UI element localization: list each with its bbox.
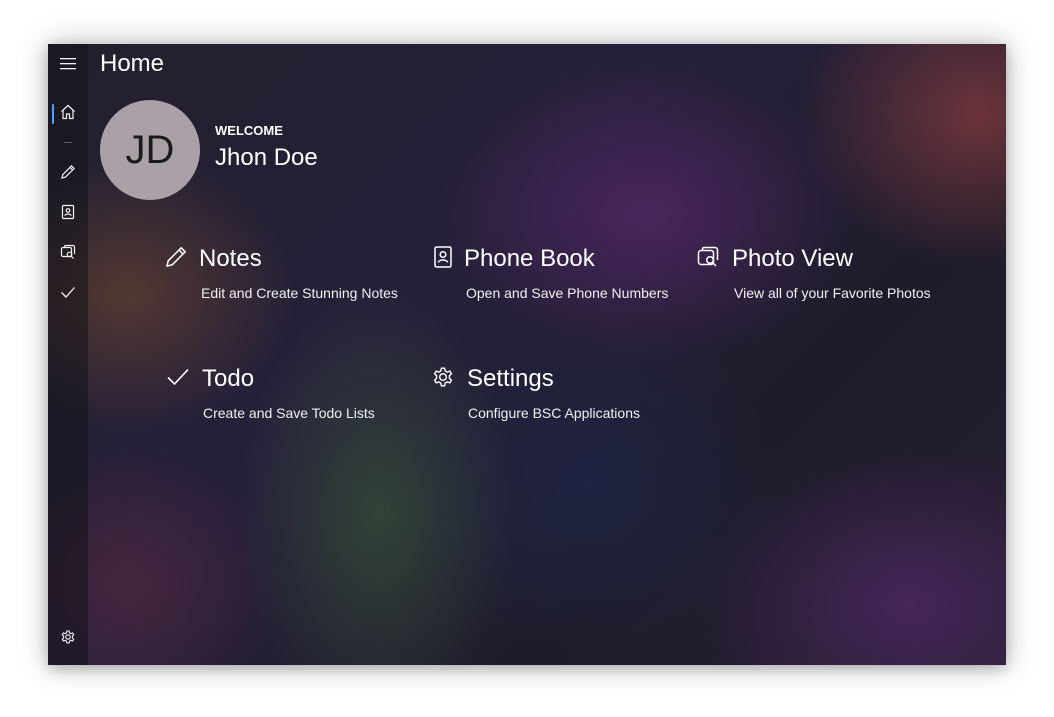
tile-todo[interactable]: Todo Create and Save Todo Lists — [166, 365, 406, 429]
nav-item-phone-book[interactable] — [48, 192, 88, 232]
page-title: Home — [100, 50, 165, 77]
tile-photo-view-description: View all of your Favorite Photos — [734, 285, 931, 301]
tile-photo-view[interactable]: Photo View View all of your Favorite Pho… — [696, 245, 956, 309]
contact-book-icon — [61, 204, 75, 220]
tile-todo-description: Create and Save Todo Lists — [203, 405, 375, 421]
tile-notes-title: Notes — [199, 245, 262, 272]
tile-phone-book[interactable]: Phone Book Open and Save Phone Numbers — [431, 245, 671, 309]
tile-notes-description: Edit and Create Stunning Notes — [201, 285, 398, 301]
gear-icon — [61, 630, 75, 644]
tile-photo-view-title: Photo View — [732, 245, 853, 272]
selection-indicator — [52, 104, 54, 124]
contact-book-icon — [434, 246, 452, 268]
pencil-icon — [165, 246, 187, 268]
checkmark-icon — [61, 287, 75, 298]
welcome-label: WELCOME — [215, 123, 283, 138]
gear-icon — [433, 367, 453, 387]
tile-phone-book-title: Phone Book — [464, 245, 595, 272]
hamburger-icon — [60, 58, 76, 70]
checkmark-icon — [167, 368, 189, 386]
nav-item-todo[interactable] — [48, 272, 88, 312]
pencil-icon — [61, 165, 75, 179]
tile-todo-title: Todo — [202, 365, 255, 392]
nav-separator — [64, 142, 72, 143]
hamburger-menu-button[interactable] — [48, 44, 88, 84]
tile-settings-description: Configure BSC Applications — [468, 405, 640, 421]
tile-settings-title: Settings — [467, 365, 554, 392]
nav-item-notes[interactable] — [48, 152, 88, 192]
photos-icon — [60, 244, 76, 259]
tile-phone-book-description: Open and Save Phone Numbers — [466, 285, 669, 301]
photos-icon — [697, 246, 719, 267]
nav-item-home[interactable] — [48, 92, 88, 132]
nav-item-photo-view[interactable] — [48, 232, 88, 272]
home-icon — [61, 104, 75, 120]
tile-notes[interactable]: Notes Edit and Create Stunning Notes — [164, 245, 404, 309]
avatar: JD — [100, 100, 200, 200]
user-name: Jhon Doe — [215, 144, 318, 171]
navigation-rail — [48, 44, 88, 665]
avatar-initials: JD — [125, 127, 175, 172]
app-window: Home JD WELCOME Jhon Doe Notes Edit and … — [48, 44, 1006, 665]
tile-settings[interactable]: Settings Configure BSC Applications — [431, 365, 671, 429]
nav-item-settings[interactable] — [48, 617, 88, 657]
